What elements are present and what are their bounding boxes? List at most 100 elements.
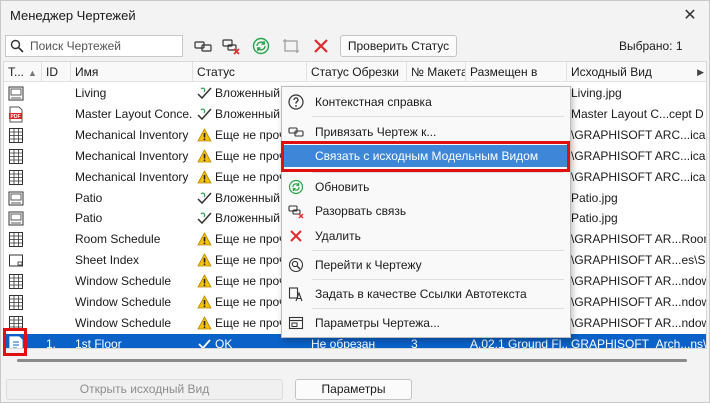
status-warning-icon bbox=[197, 148, 212, 163]
cell-source-view: \GRAPHISOFT ARC...ical bbox=[571, 127, 707, 142]
cell-source-view: \GRAPHISOFT ARC...ical bbox=[571, 169, 707, 184]
cell-id bbox=[42, 146, 71, 167]
cell-source-view: \GRAPHISOFT ARC...ical bbox=[571, 148, 707, 163]
svg-text:PDF: PDF bbox=[11, 114, 21, 120]
menu-item-link-to-source-model-view[interactable]: Связать с исходным Модельным Видом bbox=[284, 145, 569, 167]
cell-name: Mechanical Inventory bbox=[75, 169, 189, 184]
drawing-icon bbox=[8, 336, 24, 348]
delete-icon[interactable] bbox=[311, 36, 331, 56]
autotext-icon bbox=[288, 287, 303, 302]
scroll-right-icon[interactable]: ▶ bbox=[697, 62, 704, 82]
table-icon bbox=[8, 169, 24, 186]
refresh-icon bbox=[288, 179, 304, 195]
cell-source-view: \GRAPHISOFT AR...ndow bbox=[571, 274, 707, 289]
menu-item-go-to-drawing[interactable]: Перейти к Чертежу bbox=[284, 254, 569, 276]
menu-separator bbox=[312, 308, 564, 309]
menu-item-link-drawing[interactable]: Привязать Чертеж к... bbox=[284, 121, 569, 143]
cell-source-view: Master Layout C...cept D bbox=[571, 106, 704, 121]
status-warning-icon bbox=[197, 295, 212, 309]
status-embedded-icon bbox=[197, 211, 212, 225]
cell-source-view: Living.jpg bbox=[571, 86, 622, 100]
cell-name: Living bbox=[75, 86, 107, 100]
status-warning-icon bbox=[197, 316, 212, 330]
break-link-icon bbox=[288, 205, 304, 219]
column-header-source-view[interactable]: Исходный Вид bbox=[567, 62, 706, 82]
close-icon[interactable]: ✕ bbox=[679, 5, 701, 27]
search-icon bbox=[10, 39, 24, 53]
cell-name: 1st Floor bbox=[75, 336, 122, 349]
cell-source-view: Patio.jpg bbox=[571, 211, 618, 226]
column-header-status[interactable]: Статус bbox=[193, 62, 307, 82]
column-header-name[interactable]: Имя bbox=[71, 62, 193, 82]
break-link-icon[interactable] bbox=[221, 36, 241, 56]
status-warning-icon bbox=[197, 232, 212, 246]
cell-source-view: \GRAPHISOFT AR...ndow bbox=[571, 295, 707, 309]
status-embedded-icon bbox=[197, 191, 212, 205]
open-source-view-button[interactable]: Открыть исходный Вид bbox=[6, 379, 283, 400]
menu-item-drawing-settings[interactable]: Параметры Чертежа... bbox=[284, 312, 569, 334]
title-bar: Менеджер Чертежей ✕ bbox=[1, 1, 709, 31]
table-icon bbox=[8, 148, 24, 165]
link-drawing-icon bbox=[288, 127, 304, 137]
cell-id bbox=[42, 208, 71, 229]
column-header-type[interactable]: Т... ▲ bbox=[4, 62, 42, 82]
sheet-icon bbox=[8, 252, 24, 269]
cell-id bbox=[42, 125, 71, 146]
menu-item-set-autotext-reference[interactable]: Задать в качестве Ссылки Автотекста bbox=[284, 283, 569, 305]
cell-name: Mechanical Inventory bbox=[75, 148, 189, 163]
cell-id bbox=[42, 292, 71, 313]
table-icon bbox=[8, 315, 24, 332]
menu-separator bbox=[312, 250, 564, 251]
cell-id bbox=[42, 313, 71, 334]
check-status-button[interactable]: Проверить Статус bbox=[340, 35, 457, 57]
cell-id bbox=[42, 104, 71, 125]
column-header-placed-in[interactable]: Размещен в bbox=[466, 62, 567, 82]
status-warning-icon bbox=[197, 127, 212, 142]
menu-item-delete[interactable]: Удалить bbox=[284, 225, 569, 247]
menu-item-refresh[interactable]: Обновить bbox=[284, 176, 569, 198]
column-header-layout-number[interactable]: № Макета bbox=[407, 62, 466, 82]
cell-source-view: \GRAPHISOFT AR...es\Sh bbox=[571, 253, 707, 268]
status-embedded-icon bbox=[197, 86, 212, 100]
cell-source-view: GRAPHISOFT_Arch...ns\1 bbox=[571, 336, 707, 349]
cell-id bbox=[42, 250, 71, 271]
toolbar: Проверить Статус Выбрано: 1 bbox=[1, 33, 709, 59]
cell-id bbox=[42, 271, 71, 292]
drawing-manager-window: Менеджер Чертежей ✕ Поиск Чертежей Прове… bbox=[0, 0, 710, 403]
cell-id bbox=[42, 83, 71, 104]
selected-count: Выбрано: 1 bbox=[619, 39, 683, 53]
status-warning-icon bbox=[197, 253, 212, 267]
search-box[interactable] bbox=[5, 35, 183, 57]
help-icon bbox=[288, 94, 304, 110]
column-header-id[interactable]: ID bbox=[42, 62, 71, 82]
cell-name: Master Layout Conce... bbox=[75, 106, 193, 121]
delete-icon bbox=[290, 230, 302, 242]
cell-id bbox=[42, 188, 71, 209]
search-input[interactable] bbox=[28, 37, 178, 55]
cell-name: Window Schedule bbox=[75, 295, 172, 309]
frame-icon[interactable] bbox=[281, 36, 301, 56]
menu-item-break-link[interactable]: Разорвать связь bbox=[284, 200, 569, 222]
cell-source-view: \GRAPHISOFT AR...ndow bbox=[571, 315, 707, 330]
parameters-button[interactable]: Параметры bbox=[295, 379, 412, 400]
image-icon bbox=[8, 210, 24, 227]
cell-name: Patio bbox=[75, 211, 103, 226]
window-title: Менеджер Чертежей bbox=[10, 8, 136, 23]
menu-item-context-help[interactable]: Контекстная справка bbox=[284, 91, 569, 113]
image-icon bbox=[8, 190, 24, 207]
cell-name: Mechanical Inventory bbox=[75, 127, 189, 142]
status-embedded-icon bbox=[197, 107, 212, 121]
cell-id: 1. bbox=[46, 336, 57, 349]
cell-name: Window Schedule bbox=[75, 274, 172, 289]
link-drawing-icon[interactable] bbox=[193, 36, 213, 56]
cell-name: Room Schedule bbox=[75, 232, 161, 247]
sort-arrow-icon: ▲ bbox=[28, 68, 37, 78]
table-icon bbox=[8, 231, 24, 248]
image-icon bbox=[8, 85, 24, 102]
drawing-settings-icon bbox=[288, 316, 304, 330]
column-header-crop-status[interactable]: Статус Обрезки bbox=[307, 62, 407, 82]
table-icon bbox=[8, 273, 24, 290]
pdf-icon: PDF bbox=[8, 106, 24, 123]
horizontal-scrollbar[interactable] bbox=[17, 359, 687, 362]
refresh-icon[interactable] bbox=[251, 36, 271, 56]
